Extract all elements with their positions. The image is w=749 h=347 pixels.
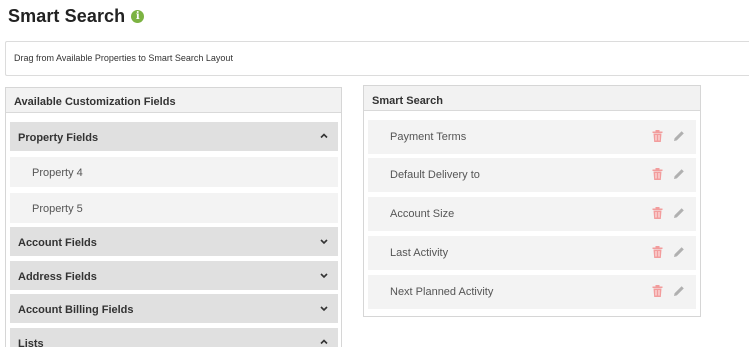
chevron-down-icon	[320, 306, 328, 312]
chevron-up-icon	[320, 133, 328, 139]
available-fields-panel: Available Customization Fields Property …	[5, 87, 342, 347]
chevron-up-icon	[320, 339, 328, 345]
item-label: Default Delivery to	[390, 169, 480, 181]
trash-icon[interactable]	[652, 207, 663, 219]
smart-search-item-default-delivery[interactable]: Default Delivery to	[368, 158, 696, 192]
group-address-fields[interactable]: Address Fields	[10, 261, 338, 290]
smart-search-item-next-planned-activity[interactable]: Next Planned Activity	[368, 275, 696, 309]
chevron-down-icon	[320, 239, 328, 245]
list-item-property-5[interactable]: Property 5	[10, 193, 338, 223]
group-lists[interactable]: Lists	[10, 328, 338, 347]
smart-search-item-payment-terms[interactable]: Payment Terms	[368, 120, 696, 154]
item-label: Account Size	[390, 208, 455, 220]
group-label: Property Fields	[18, 132, 99, 144]
group-label: Account Billing Fields	[18, 304, 134, 316]
group-label: Account Fields	[18, 237, 97, 249]
list-item-property-4[interactable]: Property 4	[10, 157, 338, 187]
pencil-icon[interactable]	[673, 246, 685, 258]
pencil-icon[interactable]	[673, 130, 685, 142]
page-title: Smart Search	[8, 5, 126, 26]
smart-search-panel: Smart Search Payment Terms Default Deliv…	[363, 85, 701, 317]
trash-icon[interactable]	[652, 130, 663, 142]
pencil-icon[interactable]	[673, 168, 685, 180]
item-label: Next Planned Activity	[390, 286, 494, 298]
smart-search-header: Smart Search	[364, 86, 700, 111]
group-account-fields[interactable]: Account Fields	[10, 227, 338, 256]
group-property-fields[interactable]: Property Fields	[10, 122, 338, 151]
group-label: Lists	[18, 338, 44, 347]
trash-icon[interactable]	[652, 246, 663, 258]
item-label: Property 5	[32, 203, 83, 215]
smart-search-item-last-activity[interactable]: Last Activity	[368, 236, 696, 270]
page-header: Smart Search i	[8, 5, 145, 27]
trash-icon[interactable]	[652, 168, 663, 180]
group-label: Address Fields	[18, 271, 97, 283]
item-label: Property 4	[32, 167, 83, 179]
info-icon[interactable]: i	[131, 9, 145, 23]
pencil-icon[interactable]	[673, 285, 685, 297]
smart-search-item-account-size[interactable]: Account Size	[368, 197, 696, 231]
available-fields-header: Available Customization Fields	[6, 88, 341, 113]
group-account-billing-fields[interactable]: Account Billing Fields	[10, 294, 338, 323]
chevron-down-icon	[320, 273, 328, 279]
item-label: Payment Terms	[390, 131, 467, 143]
instructions-box: Drag from Available Properties to Smart …	[5, 41, 749, 76]
item-label: Last Activity	[390, 247, 449, 259]
trash-icon[interactable]	[652, 285, 663, 297]
pencil-icon[interactable]	[673, 207, 685, 219]
